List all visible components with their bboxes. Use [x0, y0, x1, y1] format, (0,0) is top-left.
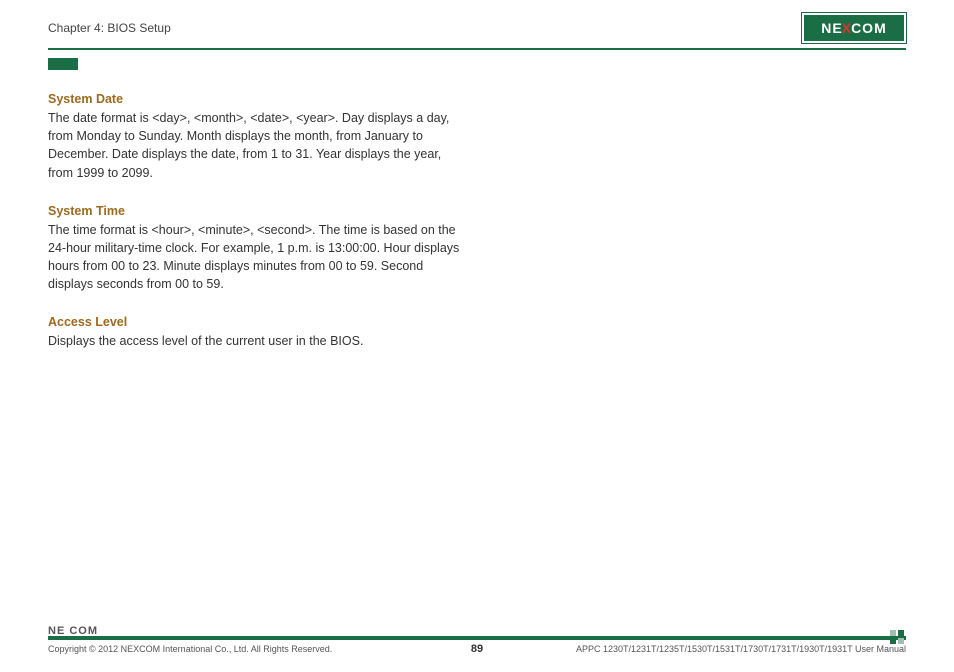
square-icon [890, 630, 896, 636]
brand-logo: NEXCOM [802, 13, 906, 43]
header-divider [48, 48, 906, 50]
section-heading: Access Level [48, 313, 468, 331]
section-heading: System Time [48, 202, 468, 220]
square-icon [898, 630, 904, 636]
section-body: The time format is <hour>, <minute>, <se… [48, 223, 459, 291]
footer-squares-icon [890, 630, 906, 646]
logo-text: NEXCOM [821, 20, 886, 36]
section-body: The date format is <day>, <month>, <date… [48, 111, 449, 179]
section-access-level: Access Level Displays the access level o… [48, 313, 468, 350]
page-content: System Date The date format is <day>, <m… [0, 50, 954, 351]
footer-row: Copyright © 2012 NEXCOM International Co… [48, 644, 906, 654]
page-footer: NE COM Copyright © 2012 NEXCOM Internati… [0, 636, 954, 654]
logo-pre: NE [821, 20, 842, 36]
footer-divider: NE COM [48, 636, 906, 640]
copyright-text: Copyright © 2012 NEXCOM International Co… [48, 644, 332, 654]
logo-post: COM [851, 20, 887, 36]
page-header: Chapter 4: BIOS Setup NEXCOM [0, 0, 954, 48]
square-icon [898, 638, 904, 644]
doc-title: APPC 1230T/1231T/1235T/1530T/1531T/1730T… [576, 644, 906, 654]
footer-logo-text: NE COM [48, 625, 98, 637]
chapter-title: Chapter 4: BIOS Setup [48, 21, 171, 35]
section-system-time: System Time The time format is <hour>, <… [48, 202, 468, 294]
section-body: Displays the access level of the current… [48, 334, 363, 348]
section-heading: System Date [48, 90, 468, 108]
footer-logo: NE COM [48, 625, 98, 637]
square-icon [890, 638, 896, 644]
page-number: 89 [471, 643, 483, 655]
section-system-date: System Date The date format is <day>, <m… [48, 90, 468, 182]
divider-tab [48, 58, 78, 70]
